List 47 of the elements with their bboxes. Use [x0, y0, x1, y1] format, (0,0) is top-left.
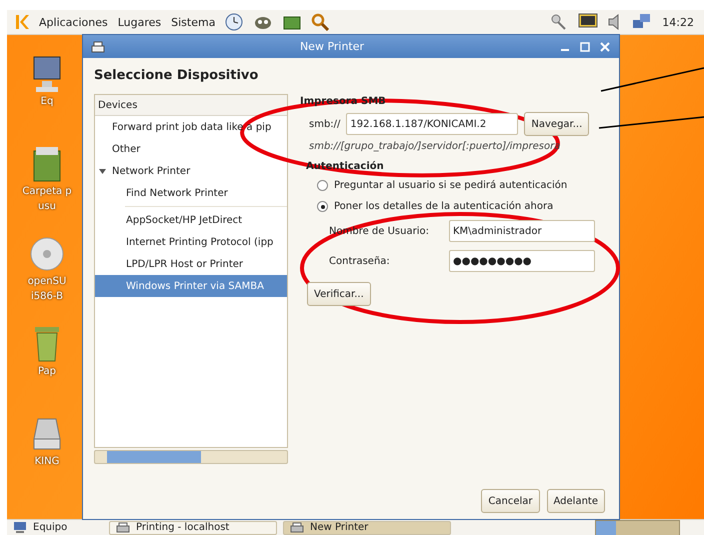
computer-icon[interactable] [13, 521, 27, 534]
smb-address-field[interactable]: 192.168.1.187/KONICAMI.2 [346, 113, 518, 135]
dialog-heading: Seleccione Dispositivo [94, 68, 260, 83]
menu-item[interactable]: Sistema [171, 16, 216, 28]
password-field[interactable]: ●●●●●●●●● [449, 250, 595, 272]
dialog-button[interactable]: Cancelar [481, 489, 540, 513]
device-item[interactable]: Windows Printer via SAMBA [95, 275, 287, 297]
username-field[interactable]: KM\administrador [449, 220, 595, 242]
browse-button[interactable]: Navegar... [524, 112, 590, 136]
clock-time[interactable]: 14:22 [662, 16, 694, 28]
device-item[interactable]: Find Network Printer [95, 182, 287, 204]
close-icon[interactable] [599, 40, 611, 52]
disc-icon [30, 235, 64, 273]
radio-button[interactable] [317, 180, 328, 191]
workspace-switcher[interactable] [595, 520, 680, 535]
radio-button[interactable] [317, 201, 328, 212]
folder-icon[interactable] [283, 14, 302, 30]
device-item[interactable]: Other [95, 138, 287, 160]
search-icon[interactable] [311, 13, 330, 31]
clock-icon[interactable] [225, 13, 244, 31]
menu-item[interactable]: Aplicaciones [39, 16, 108, 28]
folder-icon [32, 145, 62, 183]
monitor-icon [32, 55, 62, 93]
menu-item[interactable]: Lugares [118, 16, 162, 28]
printer-icon [91, 40, 105, 52]
maximize-icon[interactable] [579, 40, 591, 52]
taskbar-button[interactable]: New Printer [283, 520, 451, 534]
field-label: Contraseña: [329, 256, 391, 266]
expander-icon[interactable] [98, 166, 107, 176]
horizontal-scrollbar[interactable] [94, 450, 288, 464]
network-icon[interactable] [632, 13, 652, 31]
dialog-button[interactable]: Adelante [546, 489, 605, 513]
device-item[interactable]: Network Printer [95, 160, 287, 182]
column-header[interactable]: Devices [95, 95, 287, 116]
taskbar-button[interactable]: Printing - localhost [109, 520, 277, 534]
printer-icon [116, 522, 130, 533]
device-item[interactable]: Internet Printing Protocol (ipp [95, 231, 287, 253]
printer-icon [290, 522, 304, 533]
field-label: smb:// [309, 118, 340, 130]
device-item[interactable]: AppSocket/HP JetDirect [95, 209, 287, 231]
radio-label[interactable]: Preguntar al usuario si se pedirá autenticación [334, 180, 568, 191]
start-menu-button[interactable]: Equipo [33, 522, 103, 533]
radio-label[interactable]: Poner los detalles de la autenticación ahora [334, 201, 554, 212]
device-item[interactable]: LPD/LPR Host or Printer [95, 253, 287, 275]
window-title: New Printer [298, 40, 366, 53]
verify-button[interactable]: Verificar... [307, 282, 371, 306]
trash-icon [32, 325, 62, 363]
